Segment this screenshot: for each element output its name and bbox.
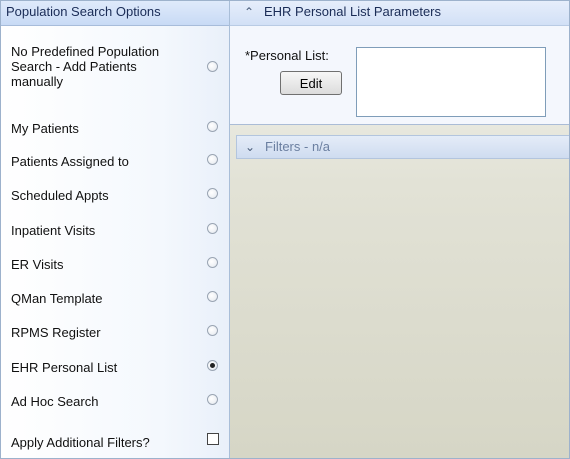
option-label: RPMS Register (11, 325, 101, 340)
option-my-patients[interactable]: My Patients (1, 114, 229, 140)
option-label: Scheduled Appts (11, 188, 109, 203)
option-patients-assigned[interactable]: Patients Assigned to (1, 147, 229, 173)
option-qman-template[interactable]: QMan Template (1, 284, 229, 310)
option-label: Ad Hoc Search (11, 394, 99, 409)
option-label: QMan Template (11, 291, 103, 306)
option-radio[interactable] (207, 61, 218, 72)
option-ad-hoc-search[interactable]: Ad Hoc Search (1, 387, 229, 413)
personal-list-box[interactable] (356, 47, 546, 117)
option-radio[interactable] (207, 325, 218, 336)
option-rpms-register[interactable]: RPMS Register (1, 318, 229, 344)
apply-filters-checkbox[interactable] (207, 433, 219, 445)
option-er-visits[interactable]: ER Visits (1, 250, 229, 276)
option-label: No Predefined Population Search - Add Pa… (11, 44, 160, 89)
option-label: Patients Assigned to (11, 154, 129, 169)
double-chevron-down-icon[interactable]: ⌄ (243, 136, 257, 158)
option-label: My Patients (11, 121, 79, 136)
filters-title: Filters - n/a (265, 139, 331, 154)
option-label: ER Visits (11, 257, 64, 272)
options-panel-header: Population Search Options (1, 1, 229, 26)
filters-header[interactable]: ⌄ Filters - n/a (236, 135, 569, 159)
option-radio-selected[interactable] (207, 360, 218, 371)
parameters-header[interactable]: ⌃ EHR Personal List Parameters (230, 1, 569, 26)
population-options-panel: Population Search Options No Predefined … (1, 1, 230, 458)
parameters-area: ⌃ EHR Personal List Parameters *Personal … (230, 1, 569, 458)
option-label: EHR Personal List (11, 360, 118, 375)
population-search-window: Population Search Options No Predefined … (0, 0, 570, 459)
option-radio[interactable] (207, 188, 218, 199)
option-radio[interactable] (207, 154, 218, 165)
edit-button[interactable]: Edit (280, 71, 342, 95)
option-radio[interactable] (207, 257, 218, 268)
option-label: Inpatient Visits (11, 223, 96, 238)
apply-filters-label: Apply Additional Filters? (11, 435, 150, 450)
double-chevron-up-icon[interactable]: ⌃ (242, 1, 256, 23)
apply-additional-filters[interactable]: Apply Additional Filters? (1, 428, 229, 454)
option-radio[interactable] (207, 121, 218, 132)
personal-list-label: *Personal List: (245, 48, 329, 63)
personal-list-parameters-panel: ⌃ EHR Personal List Parameters *Personal … (230, 1, 569, 125)
option-radio[interactable] (207, 394, 218, 405)
option-ehr-personal-list[interactable]: EHR Personal List (1, 353, 229, 379)
option-radio[interactable] (207, 223, 218, 234)
parameters-title: EHR Personal List Parameters (264, 4, 442, 19)
option-radio[interactable] (207, 291, 218, 302)
option-inpatient-visits[interactable]: Inpatient Visits (1, 216, 229, 242)
option-scheduled-appts[interactable]: Scheduled Appts (1, 181, 229, 207)
option-no-predefined[interactable]: No Predefined Population Search - Add Pa… (1, 25, 229, 105)
